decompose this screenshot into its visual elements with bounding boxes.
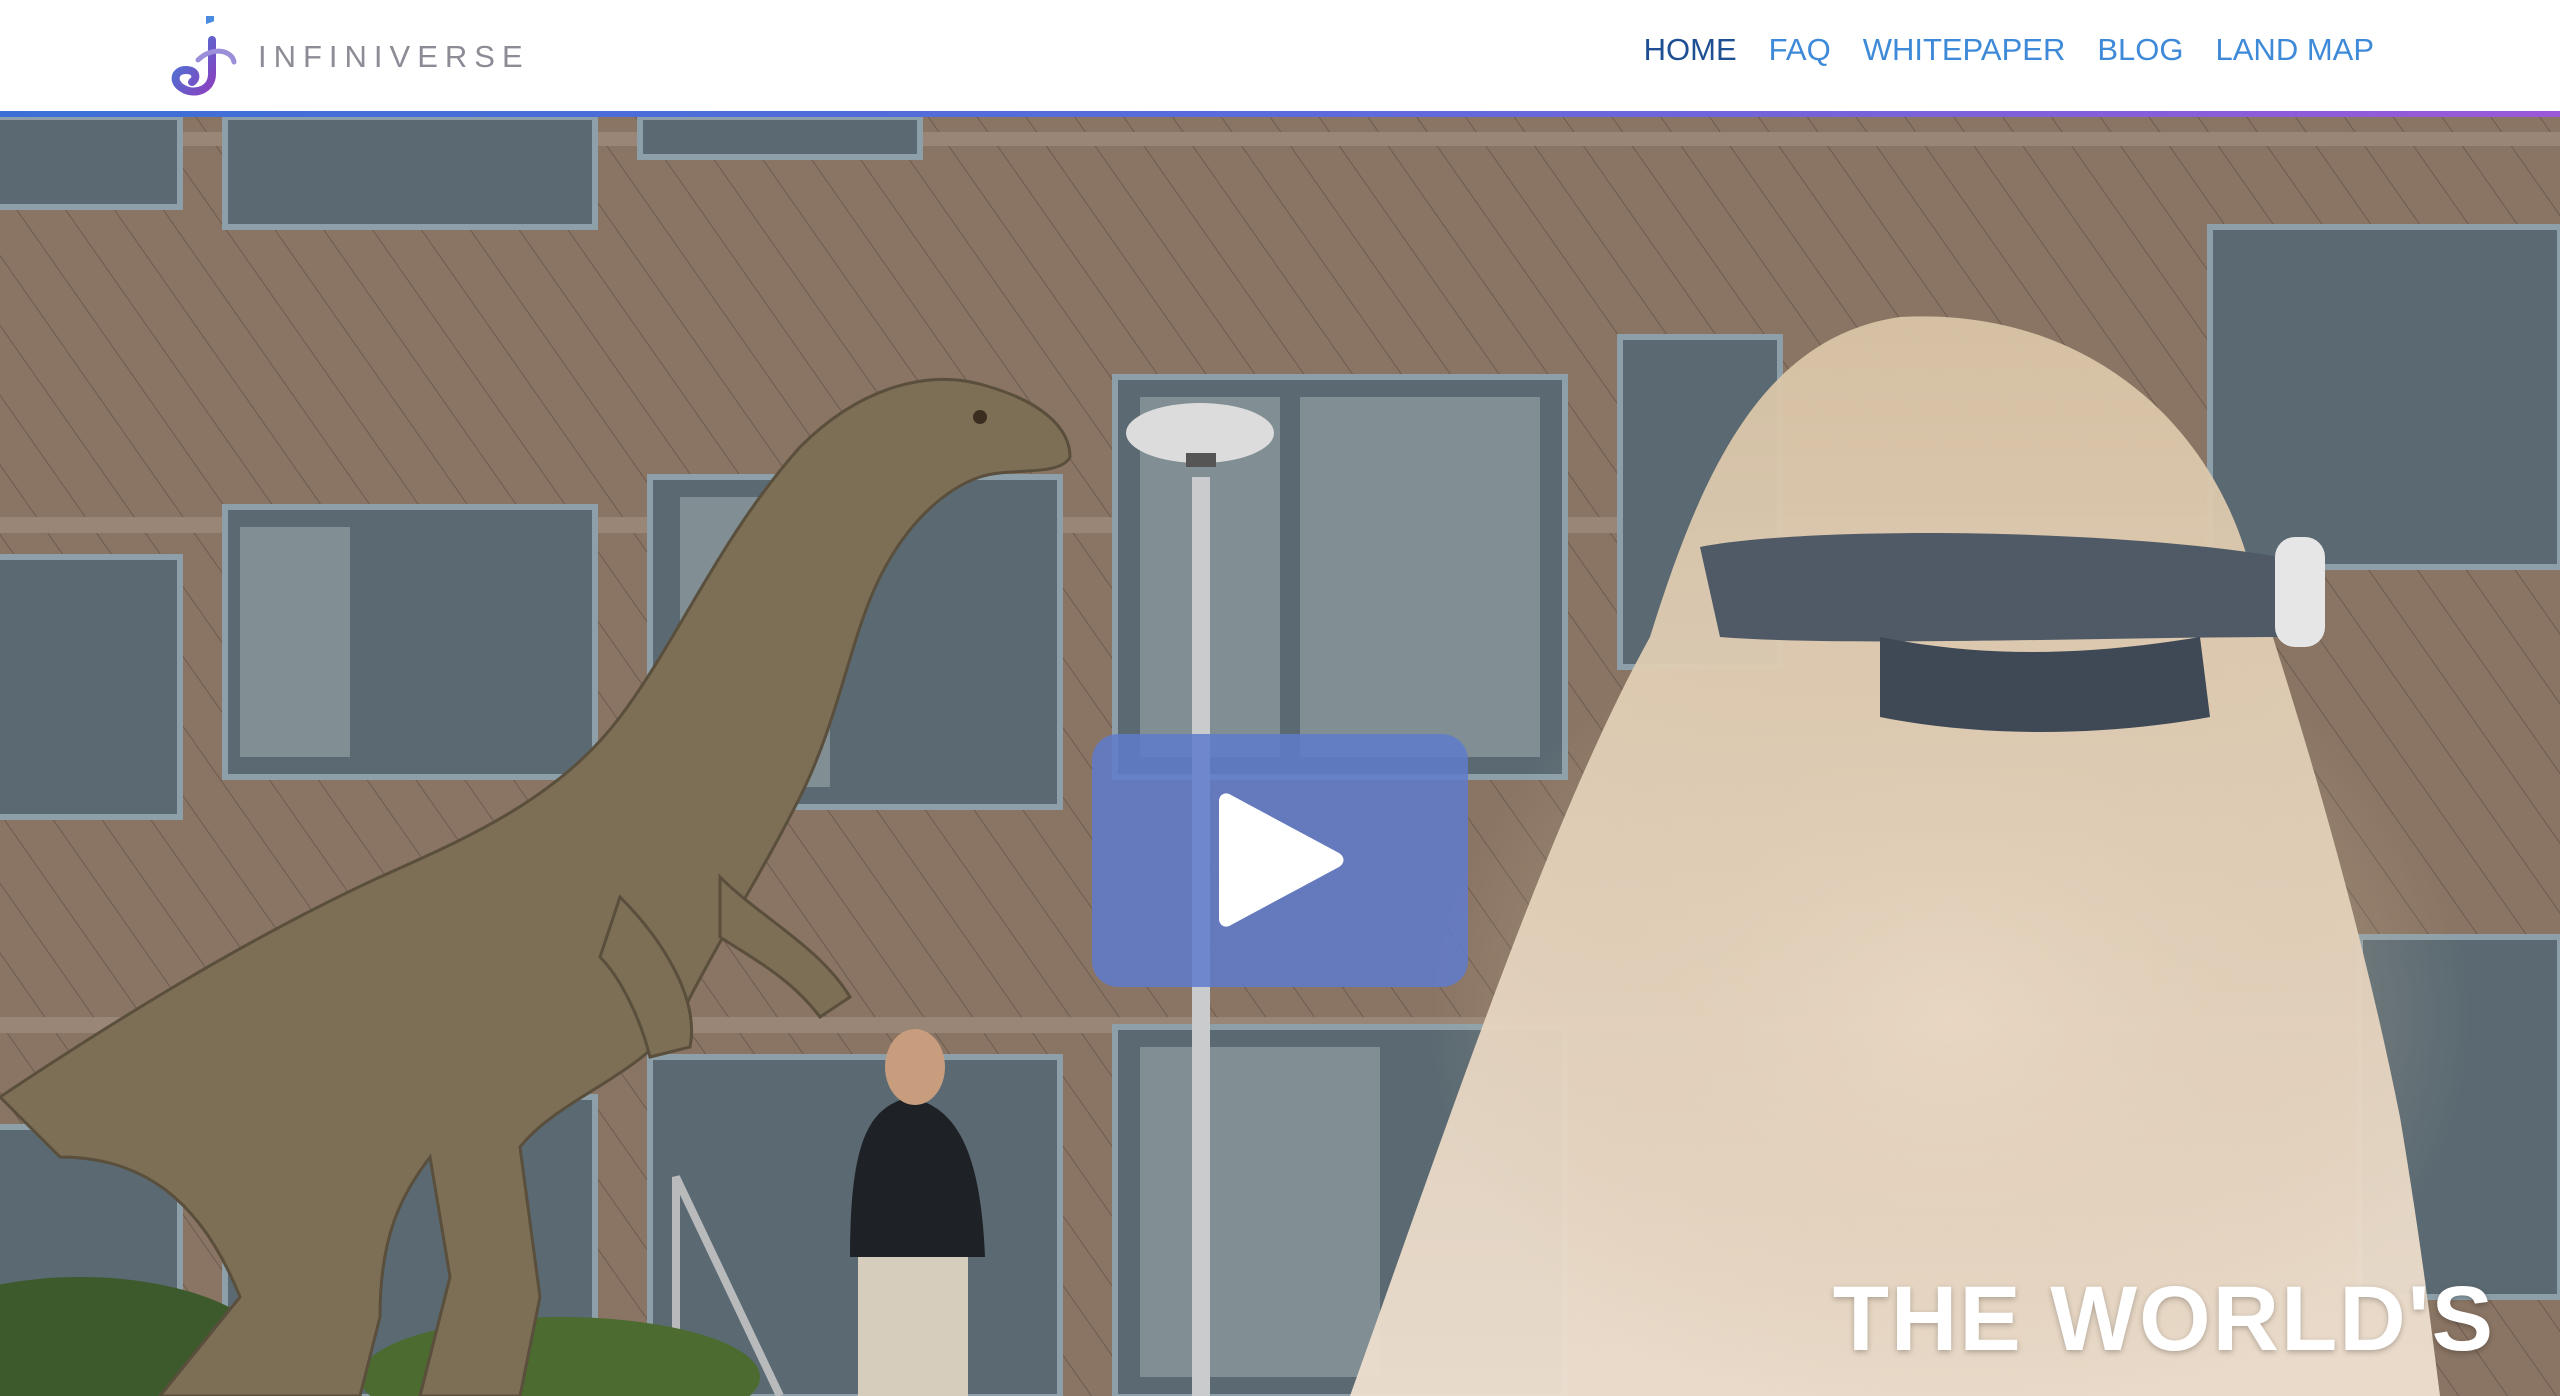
site-header: INFINIVERSE HOME FAQ WHITEPAPER BLOG LAN… [0, 0, 2560, 111]
main-nav: HOME FAQ WHITEPAPER BLOG LAND MAP [1612, 32, 2374, 68]
nav-land-map[interactable]: LAND MAP [2216, 32, 2374, 68]
brand-name: INFINIVERSE [258, 39, 530, 74]
play-button[interactable] [1092, 734, 1468, 987]
play-icon [1219, 793, 1344, 927]
nav-blog[interactable]: BLOG [2097, 32, 2183, 68]
infiniverse-logo-icon [171, 16, 237, 96]
brand-logo[interactable]: INFINIVERSE [168, 16, 530, 98]
hero-video[interactable]: THE WORLD'S [0, 117, 2560, 1396]
nav-faq[interactable]: FAQ [1769, 32, 1831, 68]
nav-home[interactable]: HOME [1644, 32, 1737, 68]
hero-headline: THE WORLD'S [1832, 1268, 2495, 1370]
nav-whitepaper[interactable]: WHITEPAPER [1863, 32, 2066, 68]
